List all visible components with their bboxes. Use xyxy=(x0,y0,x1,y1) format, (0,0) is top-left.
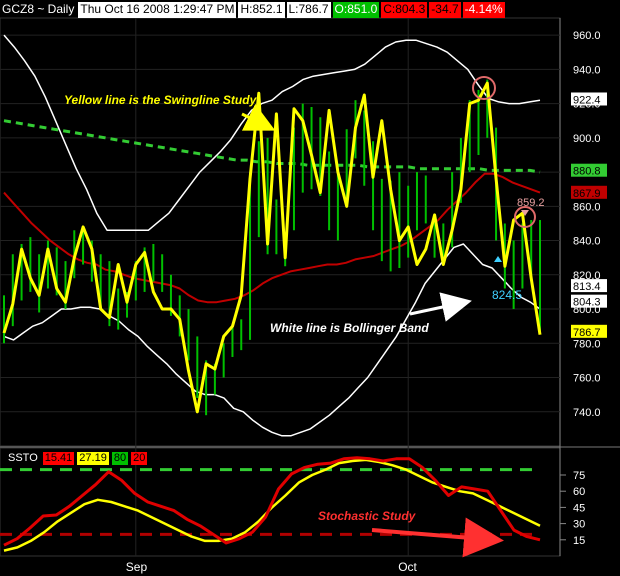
stoch-tick-label: 30 xyxy=(573,519,585,531)
stoch-overbought: 80 xyxy=(111,452,129,465)
datetime-label: Thu Oct 16 2008 1:29:47 PM xyxy=(78,2,237,18)
price-tick-label: 960.0 xyxy=(573,30,601,42)
stoch-tick-label: 60 xyxy=(573,486,585,498)
label-824-5: 824.5 xyxy=(492,288,522,302)
stoch-k-value: 15.41 xyxy=(42,452,75,465)
quote-header: GCZ8 ~ Daily Thu Oct 16 2008 1:29:47 PM … xyxy=(0,2,505,18)
date-label: Sep xyxy=(126,560,148,574)
value-tag-label: 786.7 xyxy=(573,327,601,339)
price-tick-label: 940.0 xyxy=(573,64,601,76)
symbol-label: GCZ8 ~ Daily xyxy=(2,2,75,16)
stoch-header: SSTO 15.41 27.19 80 20 xyxy=(6,452,148,465)
price-chart[interactable]: 740.0760.0780.0800.0820.0840.0860.0880.0… xyxy=(0,0,620,576)
percent-change-label: -4.14% xyxy=(462,2,505,18)
stoch-tick-label: 75 xyxy=(573,470,585,482)
stoch-tick-label: 45 xyxy=(573,502,585,514)
label-859-2: 859.2 xyxy=(517,197,545,209)
price-tick-labels: 740.0760.0780.0800.0820.0840.0860.0880.0… xyxy=(573,30,601,419)
price-value-tags: 922.4 880.8 867.9 813.4 804.3 786.7 xyxy=(571,92,607,339)
value-tag-label: 867.9 xyxy=(573,188,601,200)
date-axis-labels: Sep Oct xyxy=(126,560,418,574)
price-tick-label: 780.0 xyxy=(573,338,601,350)
value-tag-label: 922.4 xyxy=(573,94,601,106)
price-tick-label: 900.0 xyxy=(573,133,601,145)
value-tag-label: 813.4 xyxy=(573,281,601,293)
stoch-name: SSTO xyxy=(8,452,38,464)
price-tick-label: 740.0 xyxy=(573,407,601,419)
annotation-stochastic: Stochastic Study xyxy=(318,509,417,523)
annotation-bollinger: White line is Bollinger Band xyxy=(270,321,429,335)
low-label: L:786.7 xyxy=(286,2,331,18)
open-label: O:851.0 xyxy=(332,2,380,18)
value-tag-label: 804.3 xyxy=(573,297,601,309)
price-tick-label: 840.0 xyxy=(573,236,601,248)
value-tag-label: 880.8 xyxy=(573,166,601,178)
date-label: Oct xyxy=(398,560,417,574)
change-label: -34.7 xyxy=(429,2,461,18)
stoch-tick-label: 15 xyxy=(573,535,585,547)
stoch-d-value: 27.19 xyxy=(77,452,109,465)
stoch-oversold: 20 xyxy=(131,452,148,465)
price-tick-label: 760.0 xyxy=(573,373,601,385)
high-label: H:852.1 xyxy=(238,2,285,18)
stoch-gridlines xyxy=(560,474,566,541)
close-label: C:804.3 xyxy=(381,2,428,18)
annotation-swingline: Yellow line is the Swingline Study xyxy=(64,93,258,107)
stoch-tick-labels: 15 30 45 60 75 xyxy=(573,470,585,547)
price-tick-label: 860.0 xyxy=(573,201,601,213)
